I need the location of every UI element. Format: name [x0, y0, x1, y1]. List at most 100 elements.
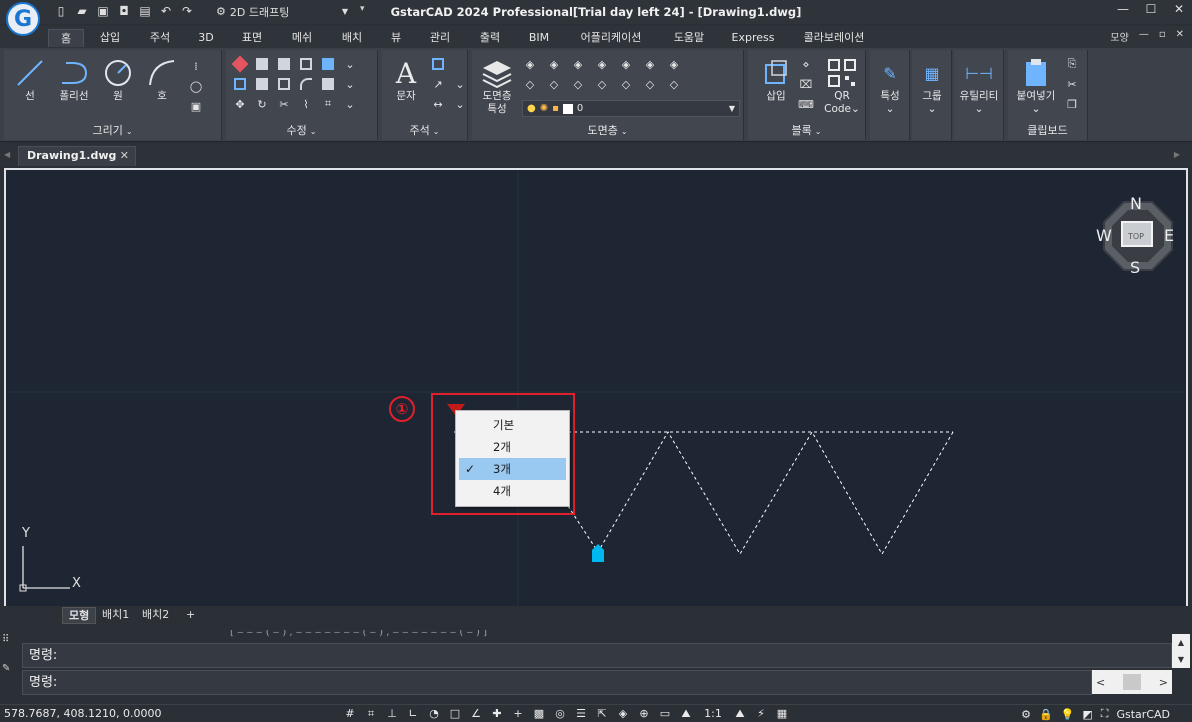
tab-view[interactable]: 뷰 [382, 29, 410, 47]
grip-handle-icon[interactable] [592, 544, 604, 562]
tab-layout[interactable]: 배치 [334, 29, 370, 47]
command-input[interactable]: 명령: [22, 670, 1092, 695]
menu-item-3[interactable]: ✓ 3개 [459, 458, 566, 480]
line-button[interactable]: 선 [10, 56, 50, 103]
fullscreen-icon[interactable]: ⛶ [1101, 707, 1109, 721]
erase-icon[interactable] [231, 55, 249, 73]
undo-icon[interactable]: ↶ [157, 2, 175, 20]
layer-dropdown[interactable]: ● ✺ ▪ 0 ▼ [522, 100, 740, 117]
ribbon-close-icon[interactable]: ✕ [1176, 29, 1184, 44]
close-button[interactable]: ✕ [1172, 2, 1186, 16]
save-as-icon[interactable]: ◘ [115, 2, 133, 20]
qr-code-button[interactable]: QR Code⌄ [822, 56, 862, 116]
auto-scale-icon[interactable]: ⚡ [753, 706, 769, 721]
tab-output[interactable]: 출력 [472, 29, 508, 47]
panel-annotation-label[interactable]: 주석 ⌄ [382, 122, 467, 138]
maximize-button[interactable]: ☐ [1144, 2, 1158, 16]
layer-icon[interactable]: ◈ [666, 56, 682, 72]
layer-icon[interactable]: ◇ [642, 76, 658, 92]
compass-east[interactable]: E [1164, 226, 1174, 245]
scroll-down-icon[interactable]: ▼ [1172, 651, 1190, 668]
ortho-icon[interactable]: ∟ [405, 706, 421, 721]
circle-button[interactable]: 원 [98, 56, 138, 103]
insert-block-button[interactable]: 삽입 [754, 56, 798, 103]
mirror-icon[interactable] [276, 56, 292, 72]
join-icon[interactable]: ⌗ [320, 96, 336, 112]
cut-icon[interactable]: ✂ [1064, 76, 1080, 92]
chevron-down-icon[interactable]: ⌄ [452, 96, 468, 112]
copy-icon[interactable] [254, 56, 270, 72]
group-button[interactable]: ▦ 그룹 ⌄ [912, 56, 952, 116]
layer-icon[interactable]: ◇ [618, 76, 634, 92]
save-icon[interactable]: ▣ [94, 2, 112, 20]
dimension-icon[interactable]: ↔ [430, 96, 446, 112]
scroll-right-icon[interactable]: ▶ [1174, 150, 1180, 159]
compass-west[interactable]: W [1096, 226, 1112, 245]
panel-block-label[interactable]: 블록 ⌄ [748, 122, 865, 138]
settings-gear-icon[interactable]: ⚙ [1021, 708, 1031, 721]
ribbon-minimize-icon[interactable]: — [1139, 29, 1149, 44]
close-icon[interactable]: ✕ [120, 147, 129, 165]
new-file-icon[interactable]: ▯ [52, 2, 70, 20]
scroll-left-icon[interactable]: ◀ [4, 150, 10, 159]
tab-express[interactable]: Express [726, 29, 780, 47]
point-grid-icon[interactable]: ⁞ [188, 58, 204, 74]
panel-draw-label[interactable]: 그리기 ⌄ [4, 122, 221, 138]
compass-north[interactable]: N [1130, 194, 1142, 213]
tab-application[interactable]: 어플리케이션 [570, 29, 652, 47]
layer-icon[interactable]: ◈ [618, 56, 634, 72]
array-icon[interactable] [298, 56, 314, 72]
grip-dots-icon[interactable]: ⠿ [2, 634, 20, 645]
drawing-canvas[interactable] [4, 168, 1188, 608]
annotation-scale-icon[interactable]: ⛰ [678, 706, 694, 721]
annotation-visibility-icon[interactable]: ⛰ [732, 706, 748, 721]
menu-item-default[interactable]: 기본 [459, 414, 566, 436]
pen-icon[interactable]: ✎ [2, 663, 20, 674]
compass-south[interactable]: S [1130, 258, 1140, 277]
dynamic-ucs-icon[interactable]: ✚ [489, 706, 505, 721]
selection-icon[interactable]: ⇱ [594, 706, 610, 721]
snap-icon[interactable]: ⌗ [363, 706, 379, 721]
layer-icon[interactable]: ◇ [546, 76, 562, 92]
ellipse-icon[interactable]: ◯ [188, 78, 204, 94]
properties-button[interactable]: ✎ 특성 ⌄ [870, 56, 910, 116]
chevron-down-icon[interactable]: ⌄ [342, 96, 358, 112]
layer-icon[interactable]: ◇ [666, 76, 682, 92]
tab-insert[interactable]: 삽입 [92, 29, 128, 47]
selection-cycle-icon[interactable]: ◎ [552, 706, 568, 721]
polar-icon[interactable]: ◔ [426, 706, 442, 721]
rectangle-icon[interactable]: ▣ [188, 98, 204, 114]
tab-collaboration[interactable]: 콜라보레이션 [792, 29, 876, 47]
fillet-icon[interactable] [298, 76, 314, 92]
table-icon[interactable] [430, 56, 446, 72]
tab-3d[interactable]: 3D [190, 29, 222, 47]
leader-icon[interactable]: ↗ [430, 76, 446, 92]
layer-icon[interactable]: ◇ [570, 76, 586, 92]
panel-modify-label[interactable]: 수정 ⌄ [226, 122, 377, 138]
ribbon-restore-icon[interactable]: ▫ [1159, 29, 1166, 44]
workspace-grid-icon[interactable]: ▦ [774, 706, 790, 721]
tab-annotate[interactable]: 주석 [142, 29, 178, 47]
layer-icon[interactable]: ◈ [546, 56, 562, 72]
trim-icon[interactable]: ✂ [276, 96, 292, 112]
polyline-button[interactable]: 폴리선 [54, 56, 94, 103]
tab-bim[interactable]: BIM [522, 29, 556, 47]
viewcube[interactable]: N S E W TOP [1096, 194, 1178, 279]
layer-icon[interactable]: ◈ [642, 56, 658, 72]
tab-layout1[interactable]: 배치1 [96, 607, 135, 624]
chevron-down-icon[interactable]: ⌄ [342, 76, 358, 92]
scroll-left-icon[interactable]: < [1096, 676, 1105, 689]
tab-manage[interactable]: 관리 [422, 29, 458, 47]
tab-mesh[interactable]: 메쉬 [284, 29, 320, 47]
move-icon[interactable]: ✥ [232, 96, 248, 112]
duplicate-icon[interactable]: ❐ [1064, 96, 1080, 112]
layer-icon[interactable]: ◈ [594, 56, 610, 72]
tab-layout2[interactable]: 배치2 [136, 607, 175, 624]
lightbulb-icon[interactable]: 💡 [1061, 708, 1075, 721]
align-icon[interactable] [320, 56, 336, 72]
otrack-icon[interactable]: ∠ [468, 706, 484, 721]
scroll-thumb[interactable] [1123, 674, 1141, 690]
offset-icon[interactable] [232, 76, 248, 92]
print-icon[interactable]: ▤ [136, 2, 154, 20]
add-layout-tab[interactable]: + [180, 607, 201, 624]
